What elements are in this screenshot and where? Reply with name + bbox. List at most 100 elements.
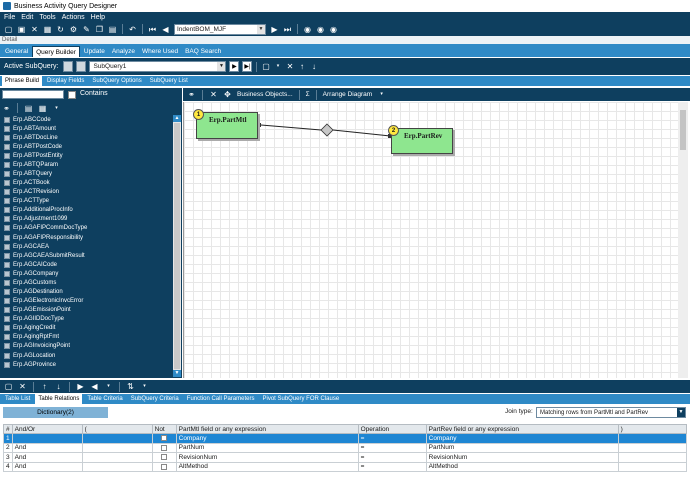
tab-subquery-options[interactable]: SubQuery Options	[89, 76, 144, 86]
col-right-paren[interactable]: )	[617, 424, 688, 434]
table-list-item[interactable]: Erp.AgingRptFmt	[2, 333, 172, 342]
tab-pivot-subquery[interactable]: Pivot SubQuery FOR Clause	[259, 394, 342, 404]
table-row[interactable]: 1 Company = Company	[3, 433, 688, 444]
table-list-item[interactable]: Erp.AGEmissionPoint	[2, 306, 172, 315]
col-not[interactable]: Not	[151, 424, 177, 434]
menu-tools[interactable]: Tools	[39, 14, 55, 21]
subquery-combo[interactable]: SubQuery1 ▼	[89, 61, 227, 72]
dropdown-icon[interactable]: ▾	[140, 382, 149, 391]
tab-query-builder[interactable]: Query Builder	[32, 46, 80, 57]
col-left-paren[interactable]: (	[81, 424, 153, 434]
not-checkbox[interactable]	[161, 463, 168, 470]
table-list-scrollbar[interactable]: ▲ ▼	[173, 115, 181, 377]
chevron-down-icon[interactable]: ▼	[217, 62, 226, 71]
col-operation[interactable]: Operation	[357, 424, 427, 434]
delete-subquery-icon[interactable]: ✕	[285, 62, 294, 71]
table-list-item[interactable]: Erp.ABTPostCode	[2, 142, 172, 151]
partmtl-field-cell[interactable]: PartNum	[175, 442, 359, 453]
row-number[interactable]: 1	[3, 433, 13, 444]
col-partmtl-field[interactable]: PartMtl field or any expression	[175, 424, 359, 434]
table-list-item[interactable]: Erp.AGAFIPResponsibility	[2, 233, 172, 242]
scroll-thumb[interactable]	[680, 110, 686, 150]
partrev-field-cell[interactable]: PartNum	[425, 442, 619, 453]
partrev-field-cell[interactable]: Company	[425, 433, 619, 444]
link-icon[interactable]: ⚭	[2, 104, 11, 113]
query-combo[interactable]: IndentBOM_MJF ▼	[174, 23, 266, 35]
andor-cell[interactable]: And	[11, 452, 83, 463]
chevron-down-icon[interactable]: ▾	[377, 90, 386, 99]
not-checkbox[interactable]	[161, 435, 168, 442]
tab-function-call-parameters[interactable]: Function Call Parameters	[184, 394, 258, 404]
left-paren-cell[interactable]	[81, 442, 153, 453]
tab-table-criteria[interactable]: Table Criteria	[84, 394, 125, 404]
new-icon[interactable]: ▢	[4, 25, 13, 34]
forward-circle-icon[interactable]: ◉	[316, 25, 325, 34]
business-objects-button[interactable]: Business Objects...	[237, 91, 293, 98]
list-view-icon[interactable]: ▤	[24, 104, 33, 113]
sort-icon[interactable]: ⇅	[126, 382, 135, 391]
partmtl-field-cell[interactable]: AltMethod	[175, 461, 359, 472]
table-list-item[interactable]: Erp.AdditionalProcInfo	[2, 206, 172, 215]
row-number[interactable]: 2	[3, 442, 13, 453]
table-row[interactable]: 4 And AltMethod = AltMethod	[3, 461, 688, 472]
delete-icon[interactable]: ✕	[18, 382, 27, 391]
table-list-item[interactable]: Erp.ABTDocLine	[2, 133, 172, 142]
first-record-icon[interactable]: ⏮	[148, 25, 157, 34]
operation-cell[interactable]: =	[357, 442, 427, 453]
chevron-down-icon[interactable]: ▼	[677, 408, 685, 417]
andor-cell[interactable]	[11, 433, 83, 444]
menu-help[interactable]: Help	[91, 14, 105, 21]
table-row[interactable]: 3 And RevisionNum = RevisionNum	[3, 452, 688, 463]
tree-view-icon[interactable]: ▦	[38, 104, 47, 113]
move-down-icon[interactable]: ↓	[309, 62, 318, 71]
scroll-up-icon[interactable]: ▲	[173, 115, 181, 122]
move-up-icon[interactable]: ↑	[40, 382, 49, 391]
tab-phrase-build[interactable]: Phrase Build	[2, 76, 43, 86]
link-icon[interactable]: ⚭	[187, 90, 196, 99]
operation-cell[interactable]: =	[357, 433, 427, 444]
table-list-item[interactable]: Erp.AGProvince	[2, 360, 172, 369]
table-search-input[interactable]	[2, 90, 64, 99]
play-icon[interactable]: ▶	[76, 382, 85, 391]
table-list-item[interactable]: Erp.ACTBook	[2, 179, 172, 188]
row-number[interactable]: 3	[3, 452, 13, 463]
diagram-scrollbar[interactable]	[678, 102, 688, 378]
subquery-prev-button[interactable]	[63, 61, 74, 72]
partrev-field-cell[interactable]: RevisionNum	[425, 452, 619, 463]
table-list-item[interactable]: Erp.ABTPostEntity	[2, 151, 172, 160]
scroll-down-icon[interactable]: ▼	[173, 370, 181, 377]
table-list-item[interactable]: Erp.AGCompany	[2, 269, 172, 278]
tab-table-list[interactable]: Table List	[2, 394, 33, 404]
tab-baq-search[interactable]: BAQ Search	[182, 46, 224, 57]
table-list-item[interactable]: Erp.AGAFIPCommDocType	[2, 224, 172, 233]
table-list-item[interactable]: Erp.AGIIDDocType	[2, 315, 172, 324]
last-record-icon[interactable]: ⏭	[283, 25, 292, 34]
new-icon[interactable]: ▢	[4, 382, 13, 391]
attach-icon[interactable]: ✎	[82, 25, 91, 34]
table-list-item[interactable]: Erp.ACTRevision	[2, 188, 172, 197]
delete-relation-icon[interactable]: ✕	[209, 90, 218, 99]
undo-icon[interactable]: ↶	[128, 25, 137, 34]
table-list-item[interactable]: Erp.ABTQParam	[2, 160, 172, 169]
table-list-item[interactable]: Erp.ABCCode	[2, 115, 172, 124]
next-subquery-icon[interactable]: ▶	[229, 61, 240, 72]
table-list-item[interactable]: Erp.AGCAEASubmitResult	[2, 251, 172, 260]
dropdown-icon[interactable]: ▾	[273, 62, 282, 71]
menu-actions[interactable]: Actions	[62, 14, 85, 21]
tab-where-used[interactable]: Where Used	[139, 46, 181, 57]
sigma-icon[interactable]: Σ	[306, 91, 310, 98]
subquery-sep-button[interactable]	[76, 61, 87, 72]
copy-icon[interactable]: ❐	[95, 25, 104, 34]
chevron-down-icon[interactable]: ▼	[257, 24, 265, 34]
grid-icon[interactable]: ▦	[43, 25, 52, 34]
menu-file[interactable]: File	[4, 14, 15, 21]
partrev-field-cell[interactable]: AltMethod	[425, 461, 619, 472]
not-cell[interactable]	[151, 461, 177, 472]
join-type-select[interactable]: Matching rows from PartMtl and PartRev ▼	[536, 407, 686, 418]
tab-analyze[interactable]: Analyze	[109, 46, 138, 57]
refresh-icon[interactable]: ↻	[56, 25, 65, 34]
table-node-partrev[interactable]: 2 Erp.PartRev	[388, 125, 453, 154]
back-circle-icon[interactable]: ◉	[303, 25, 312, 34]
tab-table-relations[interactable]: Table Relations	[35, 394, 83, 404]
not-checkbox[interactable]	[161, 454, 168, 461]
